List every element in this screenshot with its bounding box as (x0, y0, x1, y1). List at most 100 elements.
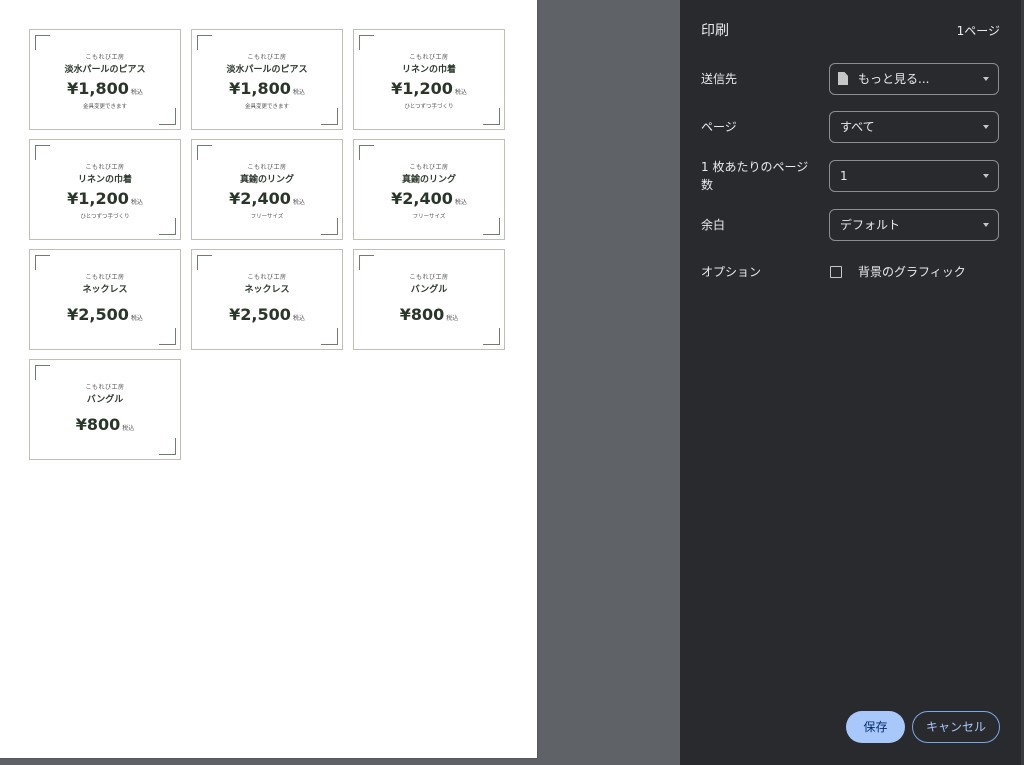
card-shop-name: こもれび工房 (409, 274, 449, 281)
pages-label: ページ (701, 120, 737, 134)
card-shop-name: こもれび工房 (247, 54, 287, 61)
destination-value: もっと見る... (858, 72, 930, 86)
card-shop-name: こもれび工房 (409, 164, 449, 171)
card-price: ¥1,800 (67, 79, 129, 98)
card-shop-name: こもれび工房 (85, 54, 125, 61)
card-shop-name: こもれび工房 (85, 164, 125, 171)
card-product-name: リネンの巾着 (401, 65, 456, 75)
card-tax-label: 税込 (292, 199, 305, 206)
corner-mark-icon (359, 255, 374, 270)
price-card: こもれび工房 リネンの巾着 ¥1,200 税込 ひとつずつ手づくり (29, 139, 181, 240)
card-price: ¥1,800 (229, 79, 291, 98)
card-tax-label: 税込 (292, 89, 305, 96)
preview-page: こもれび工房 淡水パールのピアス ¥1,800 税込 金具変更できます こもれび工… (0, 0, 537, 758)
corner-mark-icon (35, 365, 50, 380)
card-product-name: ネックレス (244, 285, 290, 295)
chevron-down-icon (983, 77, 989, 81)
destination-select[interactable]: もっと見る... (829, 63, 999, 95)
options-label: オプション (701, 265, 762, 279)
card-price: ¥2,400 (391, 189, 453, 208)
card-shop-name: こもれび工房 (247, 164, 287, 171)
card-product-name: 真鍮のリング (401, 175, 456, 185)
corner-mark-icon (197, 255, 212, 270)
chevron-down-icon (983, 174, 989, 178)
card-price: ¥1,200 (391, 79, 453, 98)
price-card: こもれび工房 バングル ¥800 税込 (353, 249, 505, 350)
corner-mark-icon (159, 328, 176, 345)
corner-mark-icon (35, 255, 50, 270)
pages-per-sheet-select[interactable]: 1 (829, 160, 999, 192)
cancel-button[interactable]: キャンセル (912, 711, 1000, 743)
save-button[interactable]: 保存 (846, 711, 905, 743)
corner-mark-icon (159, 218, 176, 235)
card-tax-label: 税込 (122, 425, 135, 432)
card-price: ¥2,400 (229, 189, 291, 208)
card-product-name: 真鍮のリング (239, 175, 294, 185)
pages-per-sheet-label: 1 枚あたりのページ数 (701, 160, 809, 192)
card-note: ひとつずつ手づくり (80, 214, 130, 220)
corner-mark-icon (483, 328, 500, 345)
pages-per-sheet-value: 1 (840, 169, 848, 183)
chevron-down-icon (983, 125, 989, 129)
card-tax-label: 税込 (130, 315, 143, 322)
card-product-name: ネックレス (82, 285, 128, 295)
card-product-name: リネンの巾着 (77, 175, 132, 185)
background-graphics-label[interactable]: 背景のグラフィック (858, 263, 966, 280)
card-price: ¥1,200 (67, 189, 129, 208)
card-shop-name: こもれび工房 (85, 274, 125, 281)
price-card: こもれび工房 バングル ¥800 税込 (29, 359, 181, 460)
price-card: こもれび工房 リネンの巾着 ¥1,200 税込 ひとつずつ手づくり (353, 29, 505, 130)
corner-mark-icon (359, 145, 374, 160)
corner-mark-icon (321, 218, 338, 235)
corner-mark-icon (35, 145, 50, 160)
card-note: 金具変更できます (244, 104, 289, 110)
corner-mark-icon (197, 35, 212, 50)
price-card: こもれび工房 真鍮のリング ¥2,400 税込 フリーサイズ (191, 139, 343, 240)
card-product-name: 淡水パールのピアス (64, 65, 146, 75)
card-tax-label: 税込 (454, 89, 467, 96)
card-product-name: バングル (410, 285, 448, 295)
print-settings-panel: 印刷 1ページ 送信先 もっと見る... ページ すべて 1 枚あたりのページ数… (680, 0, 1024, 765)
card-tax-label: 税込 (446, 315, 459, 322)
corner-mark-icon (159, 108, 176, 125)
card-shop-name: こもれび工房 (409, 54, 449, 61)
margins-label: 余白 (701, 218, 726, 232)
card-shop-name: こもれび工房 (247, 274, 287, 281)
price-card: こもれび工房 淡水パールのピアス ¥1,800 税込 金具変更できます (191, 29, 343, 130)
card-product-name: 淡水パールのピアス (226, 65, 308, 75)
price-card: こもれび工房 真鍮のリング ¥2,400 税込 フリーサイズ (353, 139, 505, 240)
pages-value: すべて (840, 120, 875, 134)
corner-mark-icon (35, 35, 50, 50)
price-card: こもれび工房 ネックレス ¥2,500 税込 (29, 249, 181, 350)
chevron-down-icon (983, 223, 989, 227)
destination-label: 送信先 (701, 72, 738, 86)
card-note: フリーサイズ (250, 214, 284, 220)
card-price: ¥800 (75, 415, 121, 434)
card-note: 金具変更できます (82, 104, 127, 110)
card-note: フリーサイズ (412, 214, 446, 220)
pages-select[interactable]: すべて (829, 111, 999, 143)
margins-value: デフォルト (840, 218, 901, 232)
corner-mark-icon (197, 145, 212, 160)
corner-mark-icon (321, 108, 338, 125)
card-shop-name: こもれび工房 (85, 384, 125, 391)
card-tax-label: 税込 (130, 89, 143, 96)
card-tax-label: 税込 (130, 199, 143, 206)
price-card: こもれび工房 ネックレス ¥2,500 税込 (191, 249, 343, 350)
card-price: ¥2,500 (229, 305, 291, 324)
background-graphics-checkbox[interactable] (830, 266, 842, 278)
corner-mark-icon (483, 108, 500, 125)
print-title: 印刷 (701, 23, 729, 39)
card-price: ¥2,500 (67, 305, 129, 324)
card-tax-label: 税込 (454, 199, 467, 206)
document-icon (838, 72, 848, 85)
corner-mark-icon (159, 438, 176, 455)
card-note: ひとつずつ手づくり (404, 104, 454, 110)
price-card: こもれび工房 淡水パールのピアス ¥1,800 税込 金具変更できます (29, 29, 181, 130)
card-tax-label: 税込 (292, 315, 305, 322)
print-preview-area: こもれび工房 淡水パールのピアス ¥1,800 税込 金具変更できます こもれび工… (0, 0, 680, 765)
card-product-name: バングル (86, 395, 124, 405)
card-price: ¥800 (399, 305, 445, 324)
corner-mark-icon (359, 35, 374, 50)
margins-select[interactable]: デフォルト (829, 209, 999, 241)
